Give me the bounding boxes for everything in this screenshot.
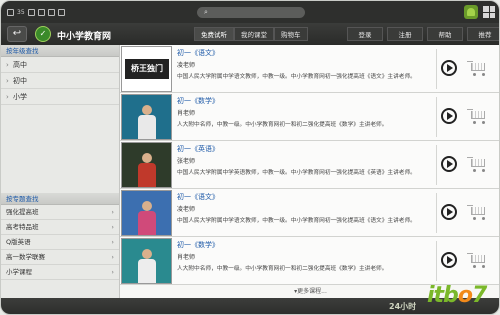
cart-icon[interactable] bbox=[467, 204, 489, 222]
sidebar-item-senior-high[interactable]: 高中 bbox=[1, 57, 119, 73]
cart-icon[interactable] bbox=[467, 60, 489, 78]
sidebar: 按年级查找 高中 初中 小学 按专题查找 强化提高班 › 高考特品班 › Q版英语 ›… bbox=[1, 45, 120, 298]
course-title: 初一《数学》 bbox=[177, 241, 219, 249]
chevron-right-icon: › bbox=[111, 268, 114, 276]
topic-label: 高考特品班 bbox=[6, 223, 39, 231]
search-icon: ⌕ bbox=[204, 8, 208, 16]
course-thumbnail[interactable] bbox=[121, 238, 172, 284]
course-description: 人大附中名师，中教一级。中小学教育网初一和初二强化提高班《数学》主讲老师。 bbox=[177, 266, 388, 272]
play-icon[interactable] bbox=[441, 156, 457, 172]
chevron-right-icon: › bbox=[111, 253, 114, 261]
tab-shopping-cart[interactable]: 购物车 bbox=[274, 27, 308, 41]
status-bar: 35 ⌕ bbox=[1, 1, 499, 23]
topic-section-heading: 按专题查找 bbox=[1, 193, 119, 205]
teacher-name: 肖老师 bbox=[177, 110, 196, 117]
app-header: ↩ ✓ 中小学教育网 免费试听 我的课堂 购物车 登录 注册 帮助 推荐 bbox=[1, 23, 499, 45]
sidebar-item-junior-high[interactable]: 初中 bbox=[1, 73, 119, 89]
tab-free-trial[interactable]: 免费试听 bbox=[194, 27, 234, 41]
row-divider bbox=[436, 49, 437, 89]
android-icon[interactable] bbox=[464, 5, 478, 19]
course-description: 中国人民大学附属中学英语教师，中教一级。中小学教育网初一强化提高班《英语》主讲老… bbox=[177, 170, 416, 176]
clock: 24小时 bbox=[389, 302, 417, 311]
device-frame: 35 ⌕ ↩ ✓ 中小学教育网 免费试听 我的课堂 购物车 登录 注册 帮助 推… bbox=[0, 0, 500, 315]
site-watermark-logo: itbo7 bbox=[427, 283, 487, 308]
course-title: 初一《语文》 bbox=[177, 49, 219, 57]
row-divider bbox=[436, 193, 437, 233]
course-thumbnail[interactable] bbox=[121, 190, 172, 236]
chevron-right-icon: › bbox=[111, 208, 114, 216]
topic-label: 强化提高班 bbox=[6, 208, 39, 216]
course-description: 中国人民大学附属中学语文教师，中教一级。中小学教育网初一强化提高班《语文》主讲老… bbox=[177, 218, 416, 224]
sidebar-item-primary[interactable]: 小学 bbox=[1, 89, 119, 105]
login-button[interactable]: 登录 bbox=[347, 27, 383, 41]
course-list: 桥王独门 初一《语文》 凌老师 中国人民大学附属中学语文教师，中教一级。中小学教… bbox=[120, 45, 499, 298]
course-thumbnail[interactable]: 桥王独门 bbox=[121, 46, 172, 92]
sidebar-item-topic[interactable]: 小学课程 › bbox=[1, 265, 119, 280]
sidebar-item-topic[interactable]: 强化提高班 › bbox=[1, 205, 119, 220]
system-bottom-bar: 24小时 bbox=[1, 298, 499, 314]
row-divider bbox=[436, 97, 437, 137]
teacher-name: 肖老师 bbox=[177, 254, 196, 261]
teacher-name: 凌老师 bbox=[177, 62, 196, 69]
course-title: 初一《英语》 bbox=[177, 145, 219, 153]
chevron-right-icon: › bbox=[111, 223, 114, 231]
usb-icon bbox=[27, 8, 35, 16]
app-grid-icon[interactable] bbox=[483, 6, 495, 18]
app-logo-icon: ✓ bbox=[35, 26, 51, 42]
course-title: 初一《语文》 bbox=[177, 193, 219, 201]
list-item[interactable]: 桥王独门 初一《语文》 凌老师 中国人民大学附属中学语文教师，中教一级。中小学教… bbox=[120, 45, 499, 93]
thumbnail-caption: 桥王独门 bbox=[125, 59, 169, 79]
teacher-name: 张老师 bbox=[177, 158, 196, 165]
list-item[interactable]: 初一《语文》 凌老师 中国人民大学附属中学语文教师，中教一级。中小学教育网初一强… bbox=[120, 189, 499, 237]
sidebar-item-topic[interactable]: 高一数学联赛 › bbox=[1, 250, 119, 265]
list-item[interactable]: 初一《数学》 肖老师 人大附中名师，中教一级。中小学教育网初一和初二强化提高班《… bbox=[120, 237, 499, 285]
battery-level: 35 bbox=[17, 8, 25, 16]
app-notification-icon bbox=[7, 8, 14, 16]
sidebar-item-topic[interactable]: Q版英语 › bbox=[1, 235, 119, 250]
play-icon[interactable] bbox=[441, 204, 457, 220]
header-actions: 登录 注册 帮助 推荐 bbox=[343, 27, 499, 41]
row-divider bbox=[436, 145, 437, 185]
cart-icon[interactable] bbox=[467, 108, 489, 126]
course-description: 人大附中名师，中教一级。中小学教育网初一和初二强化提高班《数学》主讲老师。 bbox=[177, 122, 388, 128]
course-title: 初一《数学》 bbox=[177, 97, 219, 105]
row-divider bbox=[436, 241, 437, 281]
cart-icon[interactable] bbox=[467, 156, 489, 174]
cart-icon[interactable] bbox=[467, 252, 489, 270]
sidebar-item-topic[interactable]: 高考特品班 › bbox=[1, 220, 119, 235]
tab-my-classroom[interactable]: 我的课堂 bbox=[234, 27, 274, 41]
course-description: 中国人民大学附属中学语文教师，中教一级。中小学教育网初一强化提高班《语文》主讲老… bbox=[177, 74, 416, 80]
course-thumbnail[interactable] bbox=[121, 142, 172, 188]
battery-icon bbox=[47, 8, 55, 16]
topic-label: 小学课程 bbox=[6, 268, 32, 276]
play-icon[interactable] bbox=[441, 60, 457, 76]
list-item[interactable]: 初一《数学》 肖老师 人大附中名师，中教一级。中小学教育网初一和初二强化提高班《… bbox=[120, 93, 499, 141]
app-title: 中小学教育网 bbox=[57, 32, 112, 42]
sd-card-icon bbox=[37, 8, 45, 16]
list-item[interactable]: 初一《英语》 张老师 中国人民大学附属中学英语教师，中教一级。中小学教育网初一强… bbox=[120, 141, 499, 189]
grade-section-heading: 按年级查找 bbox=[1, 45, 119, 57]
header-tabs: 免费试听 我的课堂 购物车 bbox=[194, 27, 308, 41]
chevron-right-icon: › bbox=[111, 238, 114, 246]
topic-label: Q版英语 bbox=[6, 238, 31, 246]
back-button[interactable]: ↩ bbox=[7, 26, 27, 42]
recommend-button[interactable]: 推荐 bbox=[467, 27, 499, 41]
register-button[interactable]: 注册 bbox=[387, 27, 423, 41]
help-button[interactable]: 帮助 bbox=[427, 27, 463, 41]
teacher-name: 凌老师 bbox=[177, 206, 196, 213]
play-icon[interactable] bbox=[441, 108, 457, 124]
signal-icon bbox=[57, 8, 65, 16]
course-thumbnail[interactable] bbox=[121, 94, 172, 140]
topic-label: 高一数学联赛 bbox=[6, 253, 45, 261]
play-icon[interactable] bbox=[441, 252, 457, 268]
global-search-bar[interactable] bbox=[197, 7, 305, 18]
